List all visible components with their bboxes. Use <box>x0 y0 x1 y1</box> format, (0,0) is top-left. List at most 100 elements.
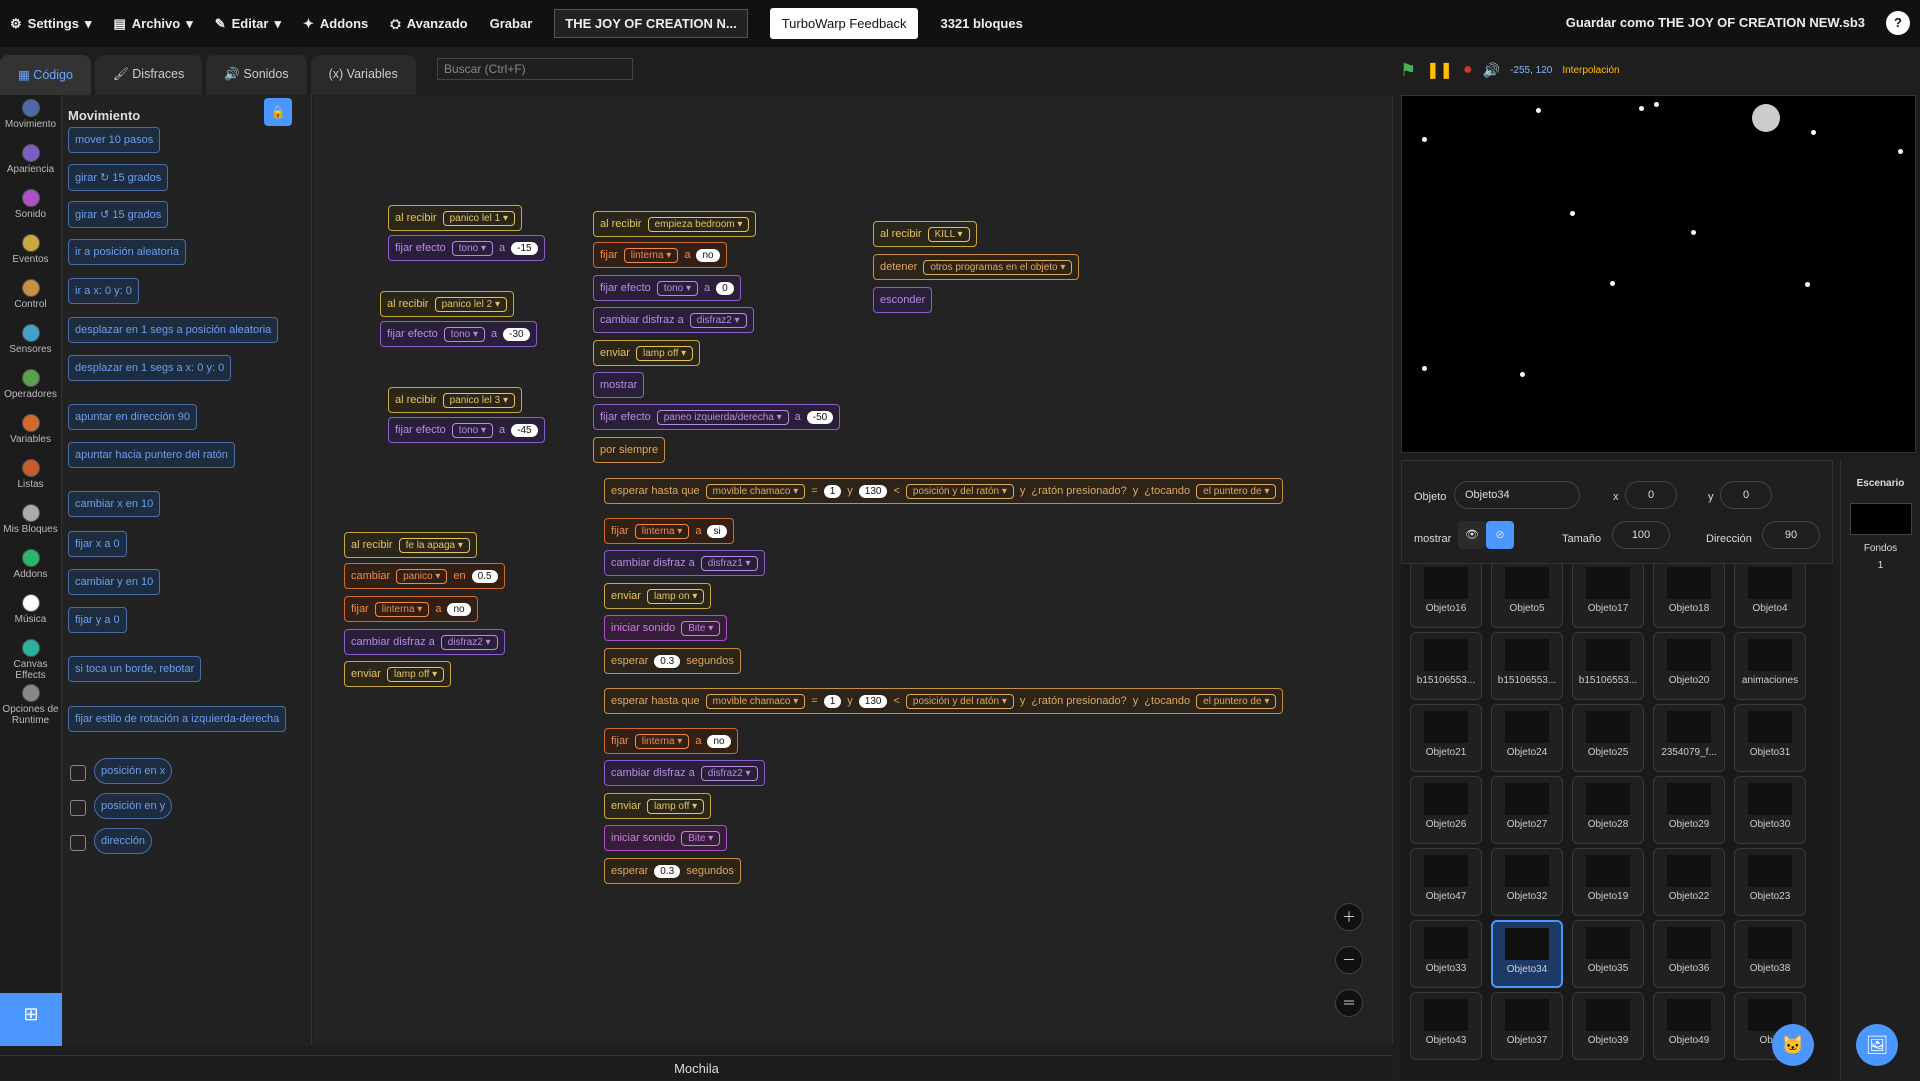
sprite-tile[interactable]: Objeto23 <box>1734 848 1806 916</box>
block-input[interactable]: 0.3 <box>654 654 681 668</box>
block-dropdown[interactable]: linterna ▾ <box>374 601 430 617</box>
hide-eye-icon[interactable]: ⊘ <box>1486 521 1514 549</box>
block-dropdown[interactable]: Bite ▾ <box>681 830 721 846</box>
block-dropdown[interactable]: tono ▾ <box>656 280 699 296</box>
settings-menu[interactable]: ⚙ Settings ▾ <box>10 16 91 32</box>
script-block[interactable]: fijar efecto tono ▾ a -45 <box>388 417 545 443</box>
block-input[interactable]: no <box>447 602 471 616</box>
direction-input[interactable]: 90 <box>1762 521 1820 549</box>
sprite-tile[interactable]: Objeto35 <box>1572 920 1644 988</box>
category-8[interactable]: Listas <box>0 455 61 500</box>
reporter-checkbox[interactable] <box>70 835 86 851</box>
block-dropdown[interactable]: disfraz2 ▾ <box>440 634 498 650</box>
script-block[interactable]: esperar hasta que movible chamaco ▾ = 1 y 130… <box>604 688 1284 714</box>
sprite-tile[interactable]: Objeto32 <box>1491 848 1563 916</box>
palette-block[interactable]: desplazar en 1 segs a x: 0 y: 0 <box>68 355 232 381</box>
category-9[interactable]: Mis Bloques <box>0 500 61 545</box>
palette-block[interactable]: ir a x: 0 y: 0 <box>68 278 139 304</box>
sprite-tile[interactable]: Objeto36 <box>1653 920 1725 988</box>
block-input[interactable]: 0 <box>716 281 734 295</box>
block-dropdown[interactable]: tono ▾ <box>443 326 486 342</box>
block-dropdown[interactable]: el puntero de ▾ <box>1196 483 1277 499</box>
zoom-reset-icon[interactable]: ＝ <box>1335 989 1363 1017</box>
reporter-checkbox[interactable] <box>70 800 86 816</box>
sprite-tile[interactable]: Objeto18 <box>1653 564 1725 628</box>
block-dropdown[interactable]: lamp off ▾ <box>635 345 694 361</box>
block-dropdown[interactable]: el puntero de ▾ <box>1196 693 1277 709</box>
block-dropdown[interactable]: posición y del ratón ▾ <box>905 693 1014 709</box>
sprite-tile[interactable]: Objeto26 <box>1410 776 1482 844</box>
block-dropdown[interactable]: KILL ▾ <box>927 226 970 242</box>
script-block[interactable]: esconder <box>873 287 933 313</box>
tab-sounds[interactable]: 🔊 Sonidos <box>206 55 307 95</box>
block-dropdown[interactable]: panico lel 3 ▾ <box>442 392 515 408</box>
sprite-tile[interactable]: Objeto31 <box>1734 704 1806 772</box>
block-input[interactable]: no <box>707 734 731 748</box>
script-block[interactable]: cambiar disfraz a disfraz2 ▾ <box>593 307 754 333</box>
script-block[interactable]: detener otros programas en el objeto ▾ <box>873 254 1080 280</box>
script-block[interactable]: enviar lamp off ▾ <box>593 340 701 366</box>
palette-block[interactable]: fijar x a 0 <box>68 531 127 557</box>
script-block[interactable]: cambiar disfraz a disfraz1 ▾ <box>604 550 765 576</box>
tab-code[interactable]: ▦ Código <box>0 55 91 95</box>
sprite-tile[interactable]: Objeto43 <box>1410 992 1482 1060</box>
sprite-tile[interactable]: Objeto22 <box>1653 848 1725 916</box>
block-dropdown[interactable]: movible chamaco ▾ <box>705 693 806 709</box>
block-dropdown[interactable]: paneo izquierda/derecha ▾ <box>656 409 789 425</box>
script-block[interactable]: al recibir panico lel 1 ▾ <box>388 205 522 231</box>
sprite-tile[interactable]: Objeto39 <box>1572 992 1644 1060</box>
tab-variables[interactable]: (x) Variables <box>310 55 416 95</box>
edit-menu[interactable]: ✎ Editar ▾ <box>215 16 281 32</box>
sprite-tile[interactable]: b15106553... <box>1572 632 1644 700</box>
block-dropdown[interactable]: panico lel 1 ▾ <box>442 210 515 226</box>
block-dropdown[interactable]: Bite ▾ <box>681 620 721 636</box>
script-block[interactable]: cambiar disfraz a disfraz2 ▾ <box>344 629 505 655</box>
block-dropdown[interactable]: disfraz2 ▾ <box>689 312 747 328</box>
block-dropdown[interactable]: lamp on ▾ <box>646 588 705 604</box>
block-dropdown[interactable]: linterna ▾ <box>634 523 690 539</box>
script-block[interactable]: enviar lamp on ▾ <box>604 583 712 609</box>
help-icon[interactable]: ? <box>1886 11 1910 35</box>
zoom-in-icon[interactable]: ＋ <box>1335 903 1363 931</box>
palette-reporter[interactable]: dirección <box>94 828 153 854</box>
sprite-tile[interactable]: Objeto20 <box>1653 632 1725 700</box>
block-input[interactable]: si <box>707 524 727 538</box>
script-block[interactable]: iniciar sonido Bite ▾ <box>604 615 728 641</box>
category-4[interactable]: Control <box>0 275 61 320</box>
block-dropdown[interactable]: otros programas en el objeto ▾ <box>923 259 1073 275</box>
category-6[interactable]: Operadores <box>0 365 61 410</box>
sprite-tile[interactable]: b15106553... <box>1491 632 1563 700</box>
sprite-tile[interactable]: Objeto49 <box>1653 992 1725 1060</box>
script-block[interactable]: al recibir KILL ▾ <box>873 221 977 247</box>
palette-block[interactable]: cambiar x en 10 <box>68 491 161 517</box>
category-2[interactable]: Sonido <box>0 185 61 230</box>
script-block[interactable]: cambiar panico ▾ en 0.5 <box>344 563 505 589</box>
sprite-tile[interactable]: Objeto37 <box>1491 992 1563 1060</box>
palette-block[interactable]: girar ↺ 15 grados <box>68 201 169 228</box>
category-5[interactable]: Sensores <box>0 320 61 365</box>
size-input[interactable]: 100 <box>1612 521 1670 549</box>
sprite-tile[interactable]: b15106553... <box>1410 632 1482 700</box>
green-flag-icon[interactable]: ⚑ <box>1400 60 1416 81</box>
category-13[interactable]: Opciones de Runtime <box>0 680 61 726</box>
category-1[interactable]: Apariencia <box>0 140 61 185</box>
category-12[interactable]: Canvas Effects <box>0 635 61 681</box>
script-block[interactable]: fijar efecto tono ▾ a -30 <box>380 321 537 347</box>
block-input[interactable]: 0.3 <box>654 864 681 878</box>
sprite-tile[interactable]: Objeto4 <box>1734 564 1806 628</box>
record-button[interactable]: Grabar <box>490 16 533 31</box>
stage-panel[interactable]: Escenario Fondos 1 <box>1840 460 1920 1080</box>
lock-icon[interactable]: 🔒 <box>264 98 292 126</box>
search-input[interactable]: Buscar (Ctrl+F) <box>437 58 633 80</box>
y-input[interactable]: 0 <box>1720 481 1772 509</box>
block-dropdown[interactable]: linterna ▾ <box>623 247 679 263</box>
sprite-tile[interactable]: Objeto27 <box>1491 776 1563 844</box>
pause-icon[interactable]: ❚❚ <box>1426 60 1453 80</box>
palette-block[interactable]: cambiar y en 10 <box>68 569 161 595</box>
script-block[interactable]: fijar linterna ▾ a si <box>604 518 734 544</box>
block-dropdown[interactable]: posición y del ratón ▾ <box>905 483 1014 499</box>
block-dropdown[interactable]: empieza bedroom ▾ <box>647 216 750 232</box>
block-dropdown[interactable]: disfraz1 ▾ <box>700 555 758 571</box>
script-block[interactable]: fijar linterna ▾ a no <box>604 728 738 754</box>
block-dropdown[interactable]: linterna ▾ <box>634 733 690 749</box>
